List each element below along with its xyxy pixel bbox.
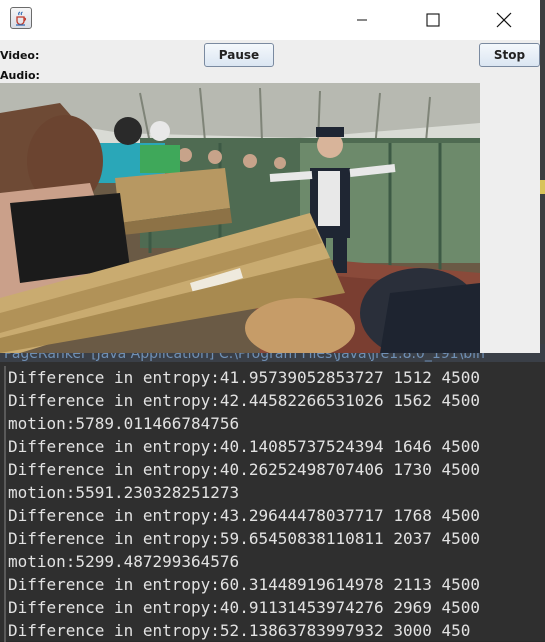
- console-output[interactable]: Difference in entropy:41.95739052853727 …: [4, 366, 545, 642]
- console-line: Difference in entropy:40.14085737524394 …: [8, 437, 481, 456]
- maximize-icon: [426, 13, 440, 27]
- java-coffee-cup-icon[interactable]: [10, 7, 32, 29]
- console-line: Difference in entropy:60.31448919614978 …: [8, 575, 481, 594]
- video-frame: [0, 83, 480, 353]
- console-line: Difference in entropy:59.65450838110811 …: [8, 529, 481, 548]
- player-content: Video: Audio: Pause Stop: [0, 40, 540, 353]
- console-line: motion:5591.230328251273: [8, 483, 240, 502]
- video-player-window: Video: Audio: Pause Stop: [0, 0, 540, 353]
- console-line: Difference in entropy:41.95739052853727 …: [8, 368, 481, 387]
- stop-button[interactable]: Stop: [479, 43, 540, 67]
- console-line: Difference in entropy:40.91131453974276 …: [8, 598, 481, 617]
- console-panel[interactable]: PageRanker [Java Application] C:\Program…: [0, 344, 545, 642]
- background-marker: [540, 180, 545, 194]
- pause-button[interactable]: Pause: [204, 43, 274, 67]
- close-button[interactable]: [481, 0, 527, 40]
- audio-label: Audio:: [0, 69, 40, 82]
- video-label: Video:: [0, 49, 40, 62]
- close-icon: [496, 12, 512, 28]
- minimize-button[interactable]: [339, 0, 385, 40]
- console-line: motion:5789.011466784756: [8, 414, 240, 433]
- console-line: motion:5299.487299364576: [8, 552, 240, 571]
- console-line: Difference in entropy:40.26252498707406 …: [8, 460, 481, 479]
- console-line: Difference in entropy:52.13863783997932 …: [8, 621, 471, 640]
- console-line: Difference in entropy:42.44582266531026 …: [8, 391, 481, 410]
- video-frame-image: [0, 83, 480, 353]
- console-line: Difference in entropy:43.29644478037717 …: [8, 506, 481, 525]
- minimize-icon: [357, 19, 367, 21]
- maximize-button[interactable]: [410, 0, 456, 40]
- background-window-edge: [540, 0, 545, 344]
- title-bar[interactable]: [0, 0, 540, 40]
